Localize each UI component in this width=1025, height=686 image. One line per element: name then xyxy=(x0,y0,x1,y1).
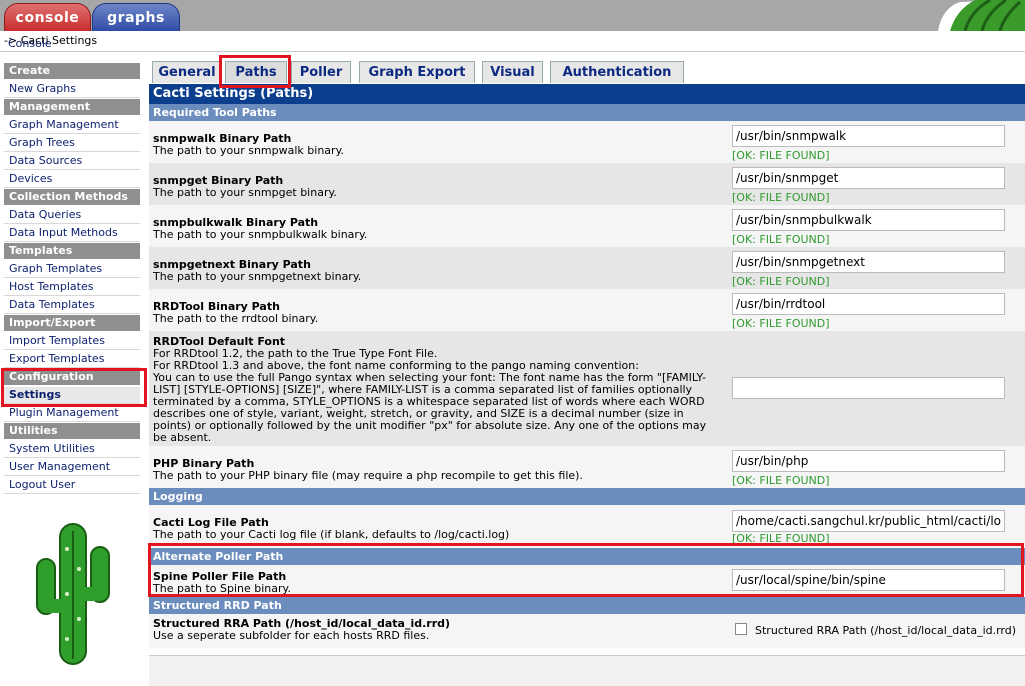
structured-rra-checkbox-label[interactable]: Structured RRA Path (/host_id/local_data… xyxy=(755,624,1016,637)
setting-desc: The path to your snmpgetnext binary. xyxy=(153,270,362,283)
sidebar-item-data-queries[interactable]: Data Queries xyxy=(4,207,140,224)
setting-row-rrdtool-font: RRDTool Default Font For RRDtool 1.2, th… xyxy=(149,331,1025,446)
setting-row-snmpget: snmpget Binary Path The path to your snm… xyxy=(149,163,1025,205)
tab-poller[interactable]: Poller xyxy=(291,61,351,83)
sidebar-menu: Create New Graphs Management Graph Manag… xyxy=(4,63,140,495)
menu-head-configuration: Configuration xyxy=(4,369,140,385)
file-found-status: [OK: FILE FOUND] xyxy=(732,191,830,204)
save-area xyxy=(149,655,1025,686)
structured-rra-checkbox[interactable] xyxy=(735,623,747,635)
sidebar-item-new-graphs[interactable]: New Graphs xyxy=(4,81,140,98)
page-title: Cacti Settings (Paths) xyxy=(149,84,1025,104)
sidebar-item-system-utilities[interactable]: System Utilities xyxy=(4,441,140,458)
setting-row-snmpbulkwalk: snmpbulkwalk Binary Path The path to you… xyxy=(149,205,1025,247)
setting-desc: The path to the rrdtool binary. xyxy=(153,312,319,325)
tab-graph-export[interactable]: Graph Export xyxy=(359,61,475,83)
tab-visual[interactable]: Visual xyxy=(482,61,543,83)
setting-row-spine: Spine Poller File Path The path to Spine… xyxy=(149,565,1025,595)
snmpwalk-path-input[interactable] xyxy=(732,125,1005,147)
menu-head-utilities: Utilities xyxy=(4,423,140,439)
setting-desc: Use a seperate subfolder for each hosts … xyxy=(153,629,430,642)
sidebar-item-data-input-methods[interactable]: Data Input Methods xyxy=(4,225,140,242)
cactus-logo-icon xyxy=(36,523,110,665)
sidebar-item-graph-management[interactable]: Graph Management xyxy=(4,117,140,134)
menu-head-collection-methods: Collection Methods xyxy=(4,189,140,205)
tab-authentication[interactable]: Authentication xyxy=(550,61,684,83)
snmpget-path-input[interactable] xyxy=(732,167,1005,189)
file-found-status: [OK: FILE FOUND] xyxy=(732,474,830,487)
console-tab[interactable]: console xyxy=(4,3,91,31)
section-alternate-poller-path: Alternate Poller Path xyxy=(149,548,1025,565)
menu-head-import-export: Import/Export xyxy=(4,315,140,331)
sidebar-item-export-templates[interactable]: Export Templates xyxy=(4,351,140,368)
breadcrumb: Console -> Cacti Settings xyxy=(0,31,1025,52)
snmpbulkwalk-path-input[interactable] xyxy=(732,209,1005,231)
setting-row-cacti-log: Cacti Log File Path The path to your Cac… xyxy=(149,505,1025,547)
menu-head-templates: Templates xyxy=(4,243,140,259)
rrdtool-font-input[interactable] xyxy=(732,377,1005,399)
menu-head-create: Create xyxy=(4,63,140,79)
setting-row-snmpwalk: snmpwalk Binary Path The path to your sn… xyxy=(149,121,1025,163)
sidebar-item-logout-user[interactable]: Logout User xyxy=(4,477,140,494)
setting-desc: The path to your snmpbulkwalk binary. xyxy=(153,228,368,241)
sidebar-item-import-templates[interactable]: Import Templates xyxy=(4,333,140,350)
sidebar-item-plugin-management[interactable]: Plugin Management xyxy=(4,405,140,422)
setting-row-php: PHP Binary Path The path to your PHP bin… xyxy=(149,446,1025,488)
top-bar: console graphs xyxy=(0,0,1025,31)
setting-desc: The path to your PHP binary file (may re… xyxy=(153,469,583,482)
php-path-input[interactable] xyxy=(732,450,1005,472)
file-found-status: [OK: FILE FOUND] xyxy=(732,149,830,162)
rrdtool-path-input[interactable] xyxy=(732,293,1005,315)
setting-desc-3: You can to use the full Pango syntax whe… xyxy=(153,371,707,444)
cacti-log-path-input[interactable] xyxy=(732,510,1005,532)
setting-desc: The path to your Cacti log file (if blan… xyxy=(153,528,510,541)
section-structured-rrd-path: Structured RRD Path xyxy=(149,597,1025,614)
sidebar-item-settings[interactable]: Settings xyxy=(4,387,140,404)
sidebar-item-user-management[interactable]: User Management xyxy=(4,459,140,476)
setting-desc: The path to Spine binary. xyxy=(153,582,291,595)
section-required-tool-paths: Required Tool Paths xyxy=(149,104,1025,121)
file-found-status: [OK: FILE FOUND] xyxy=(732,275,830,288)
setting-row-snmpgetnext: snmpgetnext Binary Path The path to your… xyxy=(149,247,1025,289)
breadcrumb-console-link[interactable]: Console xyxy=(8,37,52,50)
sidebar-item-data-templates[interactable]: Data Templates xyxy=(4,297,140,314)
setting-row-rrdtool: RRDTool Binary Path The path to the rrdt… xyxy=(149,289,1025,331)
graphs-tab[interactable]: graphs xyxy=(92,3,180,31)
sidebar-item-data-sources[interactable]: Data Sources xyxy=(4,153,140,170)
sidebar-item-graph-trees[interactable]: Graph Trees xyxy=(4,135,140,152)
file-found-status: [OK: FILE FOUND] xyxy=(732,233,830,246)
sidebar-item-devices[interactable]: Devices xyxy=(4,171,140,188)
tab-paths[interactable]: Paths xyxy=(225,61,287,83)
setting-row-structured-rra: Structured RRA Path (/host_id/local_data… xyxy=(149,614,1025,648)
cactus-header-icon xyxy=(920,0,1025,31)
section-logging: Logging xyxy=(149,488,1025,505)
tab-general[interactable]: General xyxy=(152,61,222,83)
menu-head-management: Management xyxy=(4,99,140,115)
file-found-status: [OK: FILE FOUND] xyxy=(732,532,830,545)
sidebar-item-graph-templates[interactable]: Graph Templates xyxy=(4,261,140,278)
setting-desc: The path to your snmpget binary. xyxy=(153,186,337,199)
file-found-status: [OK: FILE FOUND] xyxy=(732,317,830,330)
sidebar-item-host-templates[interactable]: Host Templates xyxy=(4,279,140,296)
snmpgetnext-path-input[interactable] xyxy=(732,251,1005,273)
spine-path-input[interactable] xyxy=(732,569,1005,591)
setting-desc: The path to your snmpwalk binary. xyxy=(153,144,345,157)
